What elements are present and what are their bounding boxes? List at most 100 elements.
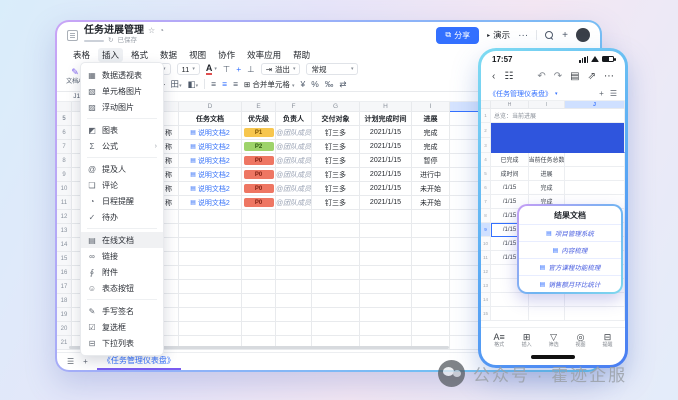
cell-priority[interactable]: P1 — [242, 126, 276, 140]
cell-owner[interactable]: @团队成员 — [276, 182, 312, 196]
doc-link[interactable]: ▤ 说明文档2 — [190, 170, 230, 180]
row-header[interactable]: 13 — [481, 279, 491, 293]
empty-cell[interactable] — [276, 322, 312, 336]
empty-cell[interactable] — [179, 280, 242, 294]
doc-link[interactable]: ▤ 说明文档2 — [190, 184, 230, 194]
decimal-decrease-button[interactable]: ‰ — [325, 80, 334, 89]
menu-item-单元格图片[interactable]: ▧ 单元格图片 — [81, 83, 163, 99]
phone-column-header-I[interactable]: I — [529, 101, 565, 109]
chart-block-cell[interactable] — [491, 123, 625, 153]
row-header[interactable]: 7 — [57, 140, 72, 154]
currency-format-button[interactable]: ¥ — [301, 80, 306, 89]
borders-button[interactable]: 田▾ — [171, 79, 182, 89]
cell-due-date[interactable]: /1/15 — [491, 181, 529, 195]
menu-item-表态按钮[interactable]: ☺ 表态按钮 — [81, 280, 163, 296]
empty-cell[interactable] — [360, 322, 412, 336]
align-right-icon[interactable]: ≡ — [233, 80, 238, 89]
menu-item-复选框[interactable]: ☑ 复选框 — [81, 319, 163, 335]
cell-priority[interactable]: P0 — [242, 154, 276, 168]
percent-format-button[interactable]: % — [311, 80, 319, 89]
column-header-H[interactable]: H — [360, 102, 412, 112]
row-header[interactable]: 12 — [481, 265, 491, 279]
row-header[interactable]: 20 — [57, 322, 72, 336]
empty-cell[interactable] — [360, 280, 412, 294]
cell-stat-label[interactable]: 当前任务总数 — [529, 153, 565, 167]
empty-cell[interactable] — [179, 322, 242, 336]
empty-cell[interactable] — [412, 266, 450, 280]
text-overflow-select[interactable]: ⇥ 溢出 ▾ — [260, 63, 301, 75]
empty-cell[interactable] — [242, 280, 276, 294]
cell-progress[interactable]: 未开始 — [412, 196, 450, 210]
menu-item-手写签名[interactable]: ✎ 手写签名 — [81, 303, 163, 319]
cell-header-progress[interactable]: 进展 — [529, 167, 565, 181]
share-button[interactable]: ⧉ 分享 — [436, 26, 480, 44]
row-header[interactable]: 1 — [481, 109, 491, 123]
menu-视图[interactable]: 视图 — [185, 48, 210, 62]
row-header[interactable]: 9 — [481, 223, 491, 237]
empty-cell[interactable] — [242, 266, 276, 280]
empty-cell[interactable] — [242, 308, 276, 322]
row-header[interactable]: 8 — [57, 154, 72, 168]
cell-deliver-to[interactable]: 钉三多 — [312, 182, 360, 196]
empty-cell[interactable] — [276, 308, 312, 322]
empty-cell[interactable] — [276, 294, 312, 308]
cell-owner[interactable]: @团队成员 — [276, 140, 312, 154]
align-middle-icon[interactable]: + — [236, 65, 241, 74]
empty-cell[interactable] — [360, 308, 412, 322]
empty-cell[interactable] — [565, 307, 625, 321]
cell-task-doc[interactable]: ▤ 说明文档2 — [179, 126, 242, 140]
redo-icon[interactable]: ↷ — [554, 72, 562, 82]
cell-due-date[interactable]: 2021/1/15 — [360, 126, 412, 140]
sheet-list-icon[interactable]: ☰ — [67, 357, 74, 366]
cell-task-doc[interactable]: ▤ 说明文档2 — [179, 182, 242, 196]
row-header[interactable]: 8 — [481, 209, 491, 223]
empty-cell[interactable] — [565, 167, 625, 181]
column-header-E[interactable]: E — [242, 102, 276, 112]
cell-task-doc[interactable]: ▤ 说明文档2 — [179, 154, 242, 168]
menu-item-图表[interactable]: ◩ 图表 — [81, 122, 163, 138]
row-header[interactable]: 13 — [57, 224, 72, 238]
avatar[interactable] — [576, 28, 590, 42]
column-header-I[interactable]: I — [412, 102, 450, 112]
result-doc-link[interactable]: ▤内容梳理 — [519, 241, 621, 258]
empty-cell[interactable] — [276, 238, 312, 252]
empty-cell[interactable] — [179, 238, 242, 252]
empty-cell[interactable] — [179, 224, 242, 238]
empty-cell[interactable] — [179, 252, 242, 266]
undo-icon[interactable]: ↶ — [537, 72, 545, 82]
corner-cell[interactable] — [57, 102, 72, 112]
home-indicator[interactable] — [531, 355, 575, 359]
empty-cell[interactable] — [312, 252, 360, 266]
column-header-D[interactable]: D — [179, 102, 242, 112]
empty-cell[interactable] — [276, 210, 312, 224]
cell-task-doc[interactable]: ▤ 说明文档2 — [179, 168, 242, 182]
empty-cell[interactable] — [276, 224, 312, 238]
cell-progress[interactable]: 完成 — [412, 140, 450, 154]
add-sheet-button[interactable]: + — [83, 357, 88, 366]
menu-表格[interactable]: 表格 — [69, 48, 94, 62]
empty-cell[interactable] — [491, 293, 529, 307]
font-color-button[interactable]: A ▾ — [205, 63, 217, 75]
empty-cell[interactable] — [412, 252, 450, 266]
empty-cell[interactable] — [312, 294, 360, 308]
cell-stat-label[interactable]: 已完成 — [491, 153, 529, 167]
empty-cell[interactable] — [312, 224, 360, 238]
empty-cell[interactable] — [529, 307, 565, 321]
row-header[interactable]: 17 — [57, 280, 72, 294]
row-header[interactable]: 18 — [57, 294, 72, 308]
menu-格式[interactable]: 格式 — [127, 48, 152, 62]
menu-item-评论[interactable]: ❏ 评论 — [81, 177, 163, 193]
align-bottom-icon[interactable]: ⊥ — [247, 65, 254, 74]
result-doc-link[interactable]: ▤项目管理系统 — [519, 224, 621, 241]
add-sheet-button[interactable]: + — [599, 89, 604, 98]
row-header[interactable]: 19 — [57, 308, 72, 322]
empty-cell[interactable] — [360, 224, 412, 238]
header-cell-负责人[interactable]: 负责人 — [276, 112, 312, 126]
empty-cell[interactable] — [276, 266, 312, 280]
merge-cells-button[interactable]: ⊞ 合并单元格 ▾ — [244, 79, 295, 90]
sheet-menu-icon[interactable]: ☰ — [610, 89, 617, 98]
empty-cell[interactable] — [412, 294, 450, 308]
toolbar-视图[interactable]: ◎ 视图 — [576, 333, 586, 348]
cell-due-date[interactable]: 2021/1/15 — [360, 168, 412, 182]
back-icon[interactable]: ‹ — [492, 72, 495, 82]
